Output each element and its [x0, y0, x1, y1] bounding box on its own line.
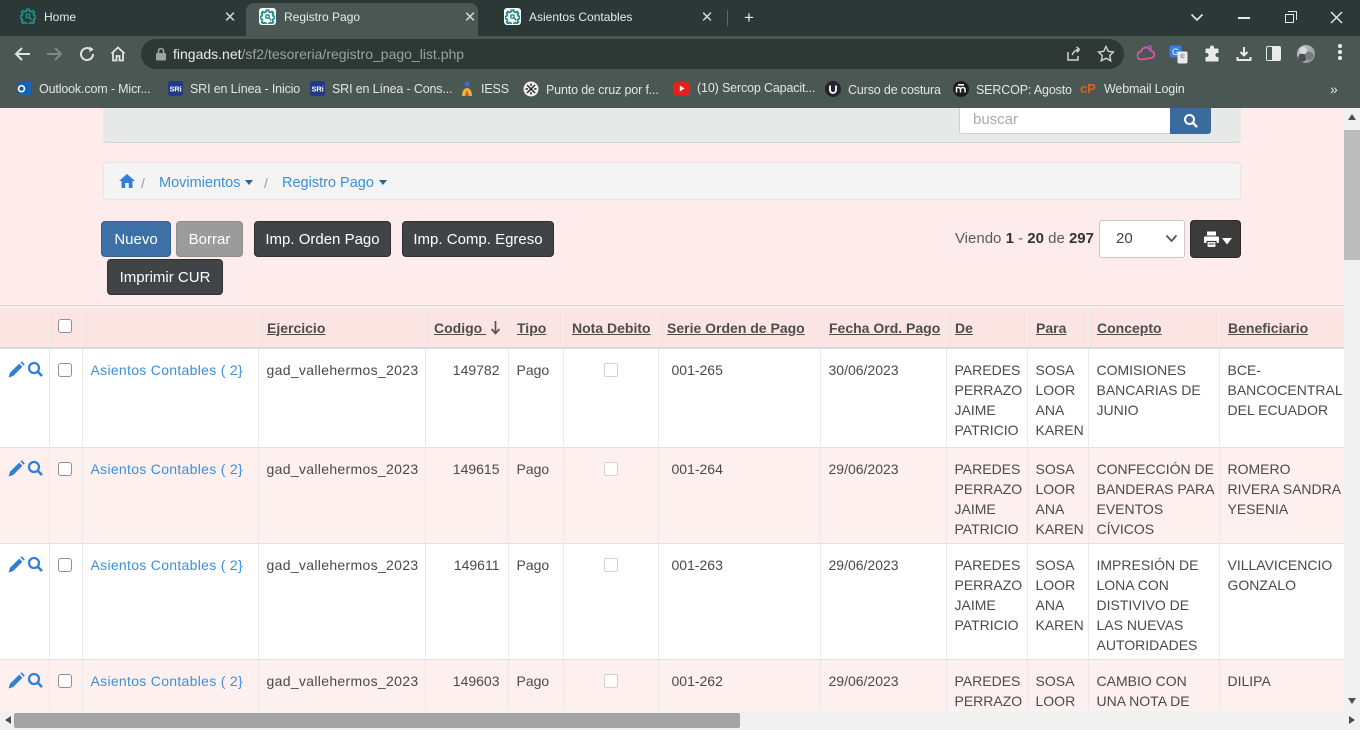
- svg-text:SRi: SRi: [169, 85, 181, 94]
- svg-text:SRi: SRi: [311, 85, 323, 94]
- svg-text:cP: cP: [1080, 81, 1096, 96]
